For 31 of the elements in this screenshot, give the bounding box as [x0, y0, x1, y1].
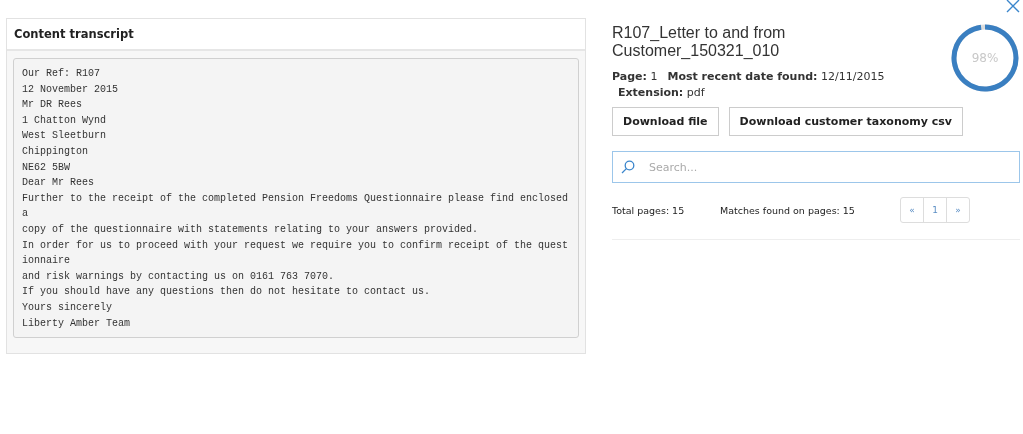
- close-icon[interactable]: [1005, 0, 1021, 14]
- document-title: R107_Letter to and from Customer_150321_010: [612, 24, 787, 60]
- transcript-line: ionnaire: [22, 254, 71, 269]
- meta-text: Most recent date found: 12/11/2015: [667, 70, 885, 83]
- transcript-line: 12 November 2015: [22, 82, 119, 97]
- transcript-line: Yours sincerely: [22, 300, 113, 315]
- search-field[interactable]: Search...: [612, 151, 1020, 183]
- transcript-line: Further to the receipt of the completed Pension Freedoms Questionnaire please find enclosed: [22, 191, 570, 206]
- download-button[interactable]: Download file: [612, 107, 719, 136]
- meta-text: Page: 1: [612, 70, 658, 83]
- panel-title: Content transcript: [14, 27, 134, 41]
- transcript-line: copy of the questionnaire with statements relating to your answers provided.: [22, 222, 480, 237]
- page-link[interactable]: «: [901, 198, 924, 222]
- transcript-line: NE62 5BW: [22, 160, 71, 175]
- transcript-line: a: [22, 207, 29, 222]
- download-button[interactable]: Download customer taxonomy csv: [728, 107, 963, 136]
- transcript-line: 1 Chatton Wynd: [22, 113, 107, 128]
- matches-text: Matches found on pages: 15: [720, 204, 856, 216]
- meta-text: Extension: pdf: [618, 86, 705, 99]
- page-link[interactable]: »: [947, 198, 969, 222]
- transcript-line: If you should have any questions then do not hesitate to contact us.: [22, 285, 432, 300]
- transcript-line: and risk warnings by contacting us on 0161 763 7070.: [22, 269, 336, 284]
- transcript-line: In order for us to proceed with your request we require you to confirm receipt of the quest: [22, 238, 570, 253]
- transcript-line: Chippington: [22, 144, 89, 159]
- transcript-line: Dear Mr Rees: [22, 176, 95, 191]
- page-link[interactable]: 1: [924, 198, 947, 222]
- transcript-line: Liberty Amber Team: [22, 316, 132, 331]
- transcript-line: Mr DR Rees: [22, 98, 83, 113]
- total-pages-text: Total pages: 15: [612, 204, 686, 216]
- transcript-line: Our Ref: R107: [22, 67, 101, 81]
- transcript-line: West Sleetburn: [22, 129, 107, 144]
